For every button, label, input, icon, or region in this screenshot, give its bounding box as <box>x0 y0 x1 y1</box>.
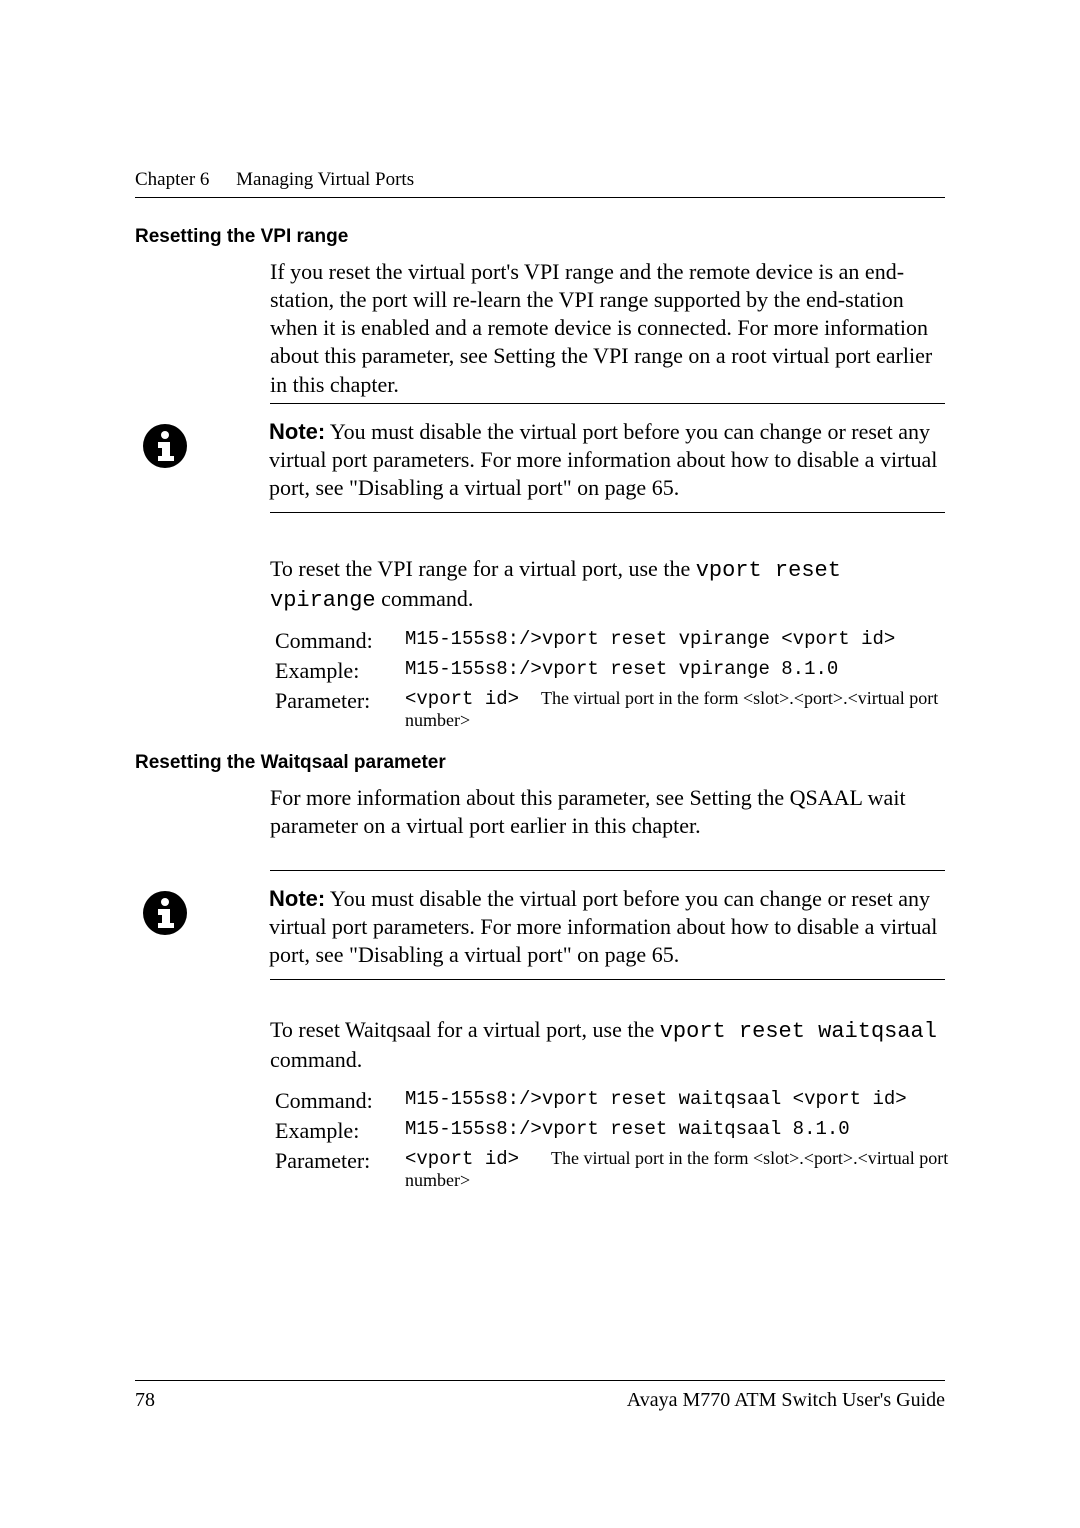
cmd-lead-vpi: To reset the VPI range for a virtual por… <box>135 555 945 615</box>
paragraph-waitqsaal: For more information about this paramete… <box>270 784 945 840</box>
doc-title: Avaya M770 ATM Switch User's Guide <box>627 1389 945 1412</box>
lbl-example: Example: <box>275 656 405 686</box>
page: Chapter 6 Managing Virtual Ports Resetti… <box>0 0 1080 1528</box>
row-command-2: Command: M15-155s8:/>vport reset waitqsa… <box>275 1086 975 1116</box>
page-number: 78 <box>135 1389 155 1412</box>
lead-post-2: command. <box>270 1047 362 1072</box>
param-code-2: <vport id> <box>405 1148 519 1170</box>
note-label: Note: <box>269 419 325 444</box>
cmd-lead-waitqsaal: To reset Waitqsaal for a virtual port, u… <box>135 1016 945 1074</box>
lbl-parameter: Parameter: <box>275 686 405 733</box>
info-icon <box>141 422 189 470</box>
lbl-command-2: Command: <box>275 1086 405 1116</box>
note-body: You must disable the virtual port before… <box>269 419 937 500</box>
info-icon <box>141 889 189 937</box>
note-text-vpi: Note: You must disable the virtual port … <box>269 418 945 502</box>
note-body-2: You must disable the virtual port before… <box>269 886 937 967</box>
subheading-waitqsaal: Resetting the Waitqsaal parameter <box>135 752 945 774</box>
note-rule-top-2 <box>270 870 945 871</box>
cmd-lead-text-2: To reset Waitqsaal for a virtual port, u… <box>270 1016 945 1074</box>
cmd-table-vpi: Command: M15-155s8:/>vport reset vpirang… <box>135 626 945 733</box>
page-footer: 78 Avaya M770 ATM Switch User's Guide <box>135 1380 945 1412</box>
lead-pre-2: To reset Waitqsaal for a virtual port, u… <box>270 1017 660 1042</box>
lead-pre: To reset the VPI range for a virtual por… <box>270 556 696 581</box>
note-box-waitqsaal: Note: You must disable the virtual port … <box>135 870 945 980</box>
section-reset-waitqsaal: Resetting the Waitqsaal parameter For mo… <box>135 752 945 840</box>
note-box-vpi: Note: You must disable the virtual port … <box>135 403 945 513</box>
row-parameter-2: Parameter: <vport id> The virtual port i… <box>275 1146 975 1193</box>
cmd-lead-text: To reset the VPI range for a virtual por… <box>270 555 945 615</box>
paragraph-vpi: If you reset the virtual port's VPI rang… <box>270 258 945 399</box>
running-header: Chapter 6 Managing Virtual Ports <box>135 169 945 198</box>
lead-post: command. <box>376 586 474 611</box>
cmd-table-waitqsaal: Command: M15-155s8:/>vport reset waitqsa… <box>135 1086 945 1193</box>
row-example-2: Example: M15-155s8:/>vport reset waitqsa… <box>275 1116 975 1146</box>
param-code: <vport id> <box>405 688 519 710</box>
note-rule-bottom <box>270 512 945 513</box>
note-rule-bottom-2 <box>270 979 945 980</box>
lbl-parameter-2: Parameter: <box>275 1146 405 1193</box>
val-command: M15-155s8:/>vport reset vpirange <vport … <box>405 626 975 656</box>
val-example-2: M15-155s8:/>vport reset waitqsaal 8.1.0 <box>405 1116 975 1146</box>
row-parameter: Parameter: <vport id> The virtual port i… <box>275 686 975 733</box>
note-row: Note: You must disable the virtual port … <box>135 418 945 502</box>
note-row-2: Note: You must disable the virtual port … <box>135 885 945 969</box>
lead-cmd-2: vport reset waitqsaal <box>660 1019 937 1044</box>
val-command-2: M15-155s8:/>vport reset waitqsaal <vport… <box>405 1086 975 1116</box>
lbl-command: Command: <box>275 626 405 656</box>
subheading-vpi: Resetting the VPI range <box>135 226 945 248</box>
lbl-example-2: Example: <box>275 1116 405 1146</box>
val-example: M15-155s8:/>vport reset vpirange 8.1.0 <box>405 656 975 686</box>
section-reset-vpi: Resetting the VPI range If you reset the… <box>135 226 945 399</box>
chapter-label: Chapter 6 <box>135 169 209 190</box>
note-label-2: Note: <box>269 886 325 911</box>
note-text-waitqsaal: Note: You must disable the virtual port … <box>269 885 945 969</box>
chapter-title: Managing Virtual Ports <box>236 169 414 190</box>
row-command: Command: M15-155s8:/>vport reset vpirang… <box>275 626 975 656</box>
row-example: Example: M15-155s8:/>vport reset vpirang… <box>275 656 975 686</box>
note-rule-top <box>270 403 945 404</box>
